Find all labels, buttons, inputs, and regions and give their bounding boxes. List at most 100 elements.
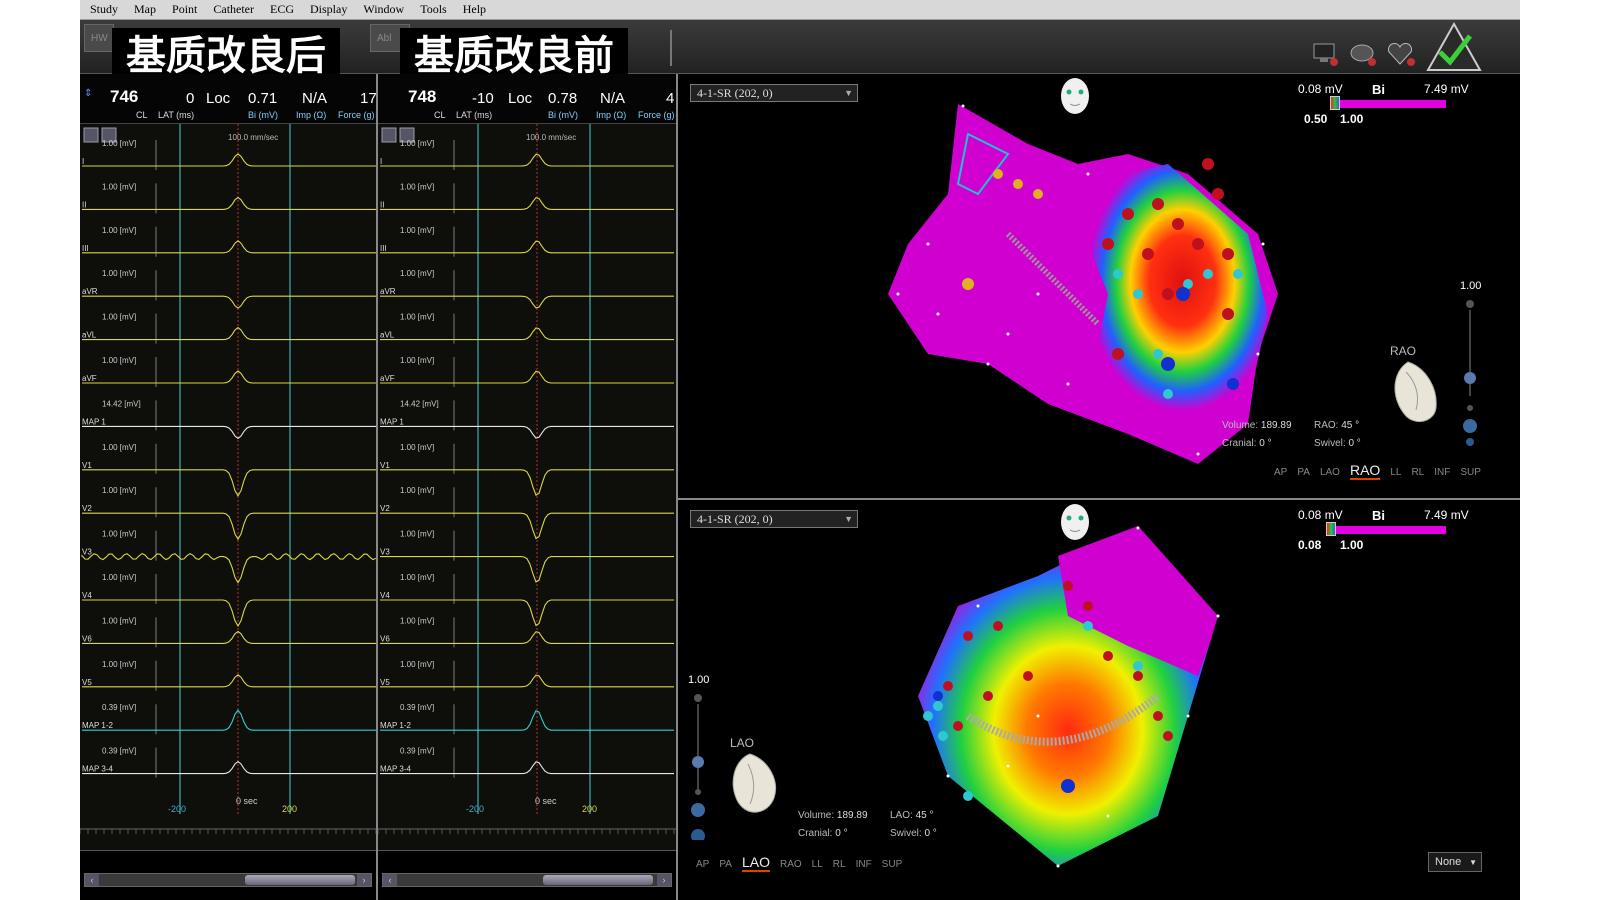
- scroll-right-icon[interactable]: ›: [357, 874, 371, 886]
- scroll-left-icon[interactable]: ‹: [85, 874, 99, 886]
- time-axis: -200 0 sec 200: [80, 796, 376, 834]
- menu-point[interactable]: Point: [172, 2, 197, 17]
- view-ap[interactable]: AP: [696, 859, 709, 870]
- ecg-trace: [380, 631, 674, 644]
- ecg-traces-svg: 100.0 mm/sec1.00 [mV]I1.00 [mV]II1.00 [m…: [378, 124, 676, 834]
- menu-map[interactable]: Map: [134, 2, 156, 17]
- zoom-tool-icon[interactable]: [83, 127, 99, 143]
- channel-scale: 1.00 [mV]: [400, 139, 434, 148]
- scroll-thumb[interactable]: [543, 875, 653, 885]
- view-rl[interactable]: RL: [1411, 467, 1424, 478]
- zoom-tool-icon[interactable]: [381, 127, 397, 143]
- angle-info: RAO: 45 °: [1314, 420, 1360, 431]
- view-inf[interactable]: INF: [1434, 467, 1450, 478]
- map-dropdown[interactable]: 4-1-SR (202, 0) ▼: [690, 84, 858, 102]
- imp-label: Imp (Ω): [296, 110, 327, 120]
- channel-scale: 1.00 [mV]: [400, 356, 434, 365]
- volume-info: Volume: 189.89: [1222, 420, 1292, 431]
- scale-handle[interactable]: [1326, 522, 1336, 536]
- channel-name: V4: [380, 591, 390, 600]
- rao-voltage-map[interactable]: [868, 94, 1308, 494]
- view-sup[interactable]: SUP: [882, 859, 903, 870]
- heart-model-icon[interactable]: [1346, 40, 1380, 68]
- channel-name: V5: [82, 678, 92, 687]
- menu-ecg[interactable]: ECG: [270, 2, 294, 17]
- view-rao[interactable]: RAO: [1349, 462, 1381, 480]
- channel-scale: 14.42 [mV]: [400, 399, 439, 408]
- bi-label: Bi (mV): [548, 110, 578, 120]
- ecg-trace: [82, 295, 376, 309]
- channel-name: I: [380, 157, 382, 166]
- map-dropdown[interactable]: 4-1-SR (202, 0) ▼: [690, 510, 858, 528]
- swivel-info: Swivel: 0 °: [1314, 438, 1361, 449]
- ecg-trace: [380, 761, 674, 775]
- bi-value: 0.71: [248, 90, 278, 107]
- channel-name: MAP 1-2: [82, 721, 114, 730]
- menu-help[interactable]: Help: [463, 2, 486, 17]
- toolbar: HW Abl 基质改良后 基质改良前: [80, 20, 1520, 84]
- view-pa[interactable]: PA: [719, 859, 732, 870]
- ecg-traces-svg: 100.0 mm/sec1.00 [mV]I1.00 [mV]II1.00 [m…: [80, 124, 376, 834]
- menu-window[interactable]: Window: [363, 2, 404, 17]
- monitor-icon[interactable]: [1308, 40, 1342, 68]
- menu-catheter[interactable]: Catheter: [213, 2, 254, 17]
- time-tick-label: 200: [282, 804, 297, 814]
- ecg-channel: 1.00 [mV] V6: [380, 616, 674, 648]
- channel-name: MAP 1-2: [380, 721, 412, 730]
- channel-scale: 1.00 [mV]: [400, 182, 434, 191]
- view-ll[interactable]: LL: [812, 859, 823, 870]
- view-ap[interactable]: AP: [1274, 467, 1287, 478]
- color-scale-bar[interactable]: [1334, 526, 1446, 534]
- color-scale-bar[interactable]: [1334, 100, 1446, 108]
- up-down-icon[interactable]: ⇕: [84, 88, 92, 99]
- lat-value: -10: [472, 90, 494, 107]
- menu-tools[interactable]: Tools: [420, 2, 447, 17]
- channel-scale: 1.00 [mV]: [102, 660, 136, 669]
- view-lao[interactable]: LAO: [741, 854, 770, 872]
- horizontal-scrollbar[interactable]: ‹ ›: [382, 873, 672, 887]
- channel-scale: 1.00 [mV]: [102, 313, 136, 322]
- ecg-trace: [380, 425, 674, 439]
- hw-button[interactable]: HW: [84, 24, 114, 52]
- channel-scale: 1.00 [mV]: [400, 443, 434, 452]
- menu-display[interactable]: Display: [310, 2, 347, 17]
- checkmark-triangle-icon[interactable]: [1426, 22, 1482, 72]
- view-sup[interactable]: SUP: [1460, 467, 1481, 478]
- channel-scale: 1.00 [mV]: [400, 616, 434, 625]
- channel-name: MAP 1: [82, 417, 106, 426]
- lat-value: 0: [186, 90, 195, 107]
- scale-handle[interactable]: [1330, 96, 1340, 110]
- volume-info: Volume: 189.89: [798, 810, 868, 821]
- scroll-thumb[interactable]: [245, 875, 355, 885]
- view-rao[interactable]: RAO: [780, 859, 802, 870]
- scroll-right-icon[interactable]: ›: [657, 874, 671, 886]
- ecg-trace: [380, 153, 674, 167]
- swivel-info: Swivel: 0 °: [890, 828, 937, 839]
- channel-name: II: [82, 200, 86, 209]
- horizontal-scrollbar[interactable]: ‹ ›: [84, 873, 372, 887]
- ecg-trace: [380, 674, 674, 688]
- menu-study[interactable]: Study: [90, 2, 118, 17]
- channel-scale: 0.39 [mV]: [102, 703, 136, 712]
- none-dropdown[interactable]: None ▼: [1428, 852, 1482, 872]
- scale-type: Bi: [1372, 82, 1385, 97]
- sweep-speed-label: 100.0 mm/sec: [526, 133, 576, 142]
- map-panel-lao[interactable]: 4-1-SR (202, 0) ▼ 0.08 mV Bi 7.49 mV 0.08…: [678, 502, 1520, 900]
- channel-name: MAP 1: [380, 417, 404, 426]
- scroll-left-icon[interactable]: ‹: [383, 874, 397, 886]
- heart-orientation-icon: [732, 753, 776, 813]
- channel-name: V3: [380, 548, 390, 557]
- map-panel-rao[interactable]: 4-1-SR (202, 0) ▼ 0.08 mV Bi 7.49 mV 0.50…: [678, 74, 1520, 500]
- time-tick-label: 0 sec: [535, 796, 557, 806]
- view-pa[interactable]: PA: [1297, 467, 1310, 478]
- ecg-channel: 1.00 [mV] V6: [82, 616, 376, 648]
- view-lao[interactable]: LAO: [1320, 467, 1340, 478]
- view-ll[interactable]: LL: [1390, 467, 1401, 478]
- lao-voltage-map[interactable]: [908, 516, 1238, 876]
- heart-icon[interactable]: [1384, 40, 1418, 68]
- view-rl[interactable]: RL: [833, 859, 846, 870]
- ecg-panel-before: 748 CL -10 LAT (ms) Loc 0.78 Bi (mV) N/A…: [378, 74, 678, 900]
- channel-name: V1: [380, 461, 390, 470]
- time-tick-label: 0 sec: [236, 796, 258, 806]
- view-inf[interactable]: INF: [856, 859, 872, 870]
